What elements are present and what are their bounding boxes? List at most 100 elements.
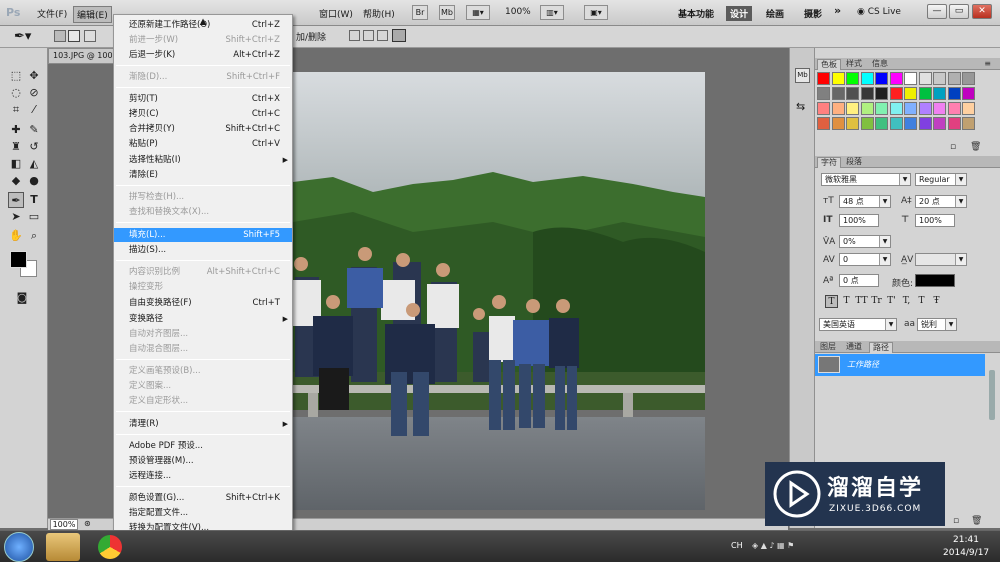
- menu-file[interactable]: 文件(F): [34, 6, 70, 21]
- status-zoom-field[interactable]: 100%: [50, 519, 78, 530]
- tab-character[interactable]: 字符: [817, 157, 841, 168]
- color-swatch[interactable]: [875, 87, 888, 100]
- path-selection-tool-icon[interactable]: ➤: [8, 209, 24, 225]
- menu-item-step-backward[interactable]: 后退一步(K) Alt+Ctrl+Z: [114, 48, 292, 62]
- blur-tool-icon[interactable]: ◆: [8, 173, 24, 189]
- color-swatch[interactable]: [831, 117, 845, 130]
- color-swatch[interactable]: [918, 117, 932, 130]
- panel-menu-icon[interactable]: ≡: [981, 59, 994, 70]
- menu-item-undo[interactable]: 还原新建工作路径(O) Ctrl+Z: [114, 18, 292, 32]
- screen-mode-button[interactable]: ▣▾: [584, 5, 608, 20]
- zoom-level-select[interactable]: 100%: [502, 6, 534, 18]
- font-family-select[interactable]: 微软雅黑 ▼: [821, 173, 911, 186]
- kerning-metrics-select[interactable]: ▼: [915, 253, 967, 266]
- color-swatch[interactable]: [817, 117, 830, 130]
- eraser-tool-icon[interactable]: ◧: [8, 156, 24, 172]
- start-button-icon[interactable]: [4, 532, 34, 562]
- workspace-design[interactable]: 设计: [726, 6, 753, 21]
- brush-tool-icon[interactable]: ✎: [26, 122, 42, 138]
- new-path-icon[interactable]: ▫: [953, 516, 959, 526]
- color-swatch[interactable]: [875, 102, 888, 115]
- tab-paragraph[interactable]: 段落: [843, 157, 865, 168]
- menu-item-paste[interactable]: 粘贴(P) Ctrl+V: [114, 137, 292, 151]
- hand-tool-icon[interactable]: ✋: [8, 228, 24, 244]
- marquee-tool-icon[interactable]: ⬚: [8, 68, 24, 84]
- menu-item-clear[interactable]: 清除(E): [114, 168, 292, 182]
- menu-item-define-custom-shape[interactable]: 定义自定形状...: [114, 394, 292, 408]
- menu-item-remote-connections[interactable]: 远程连接...: [114, 469, 292, 483]
- delete-path-icon[interactable]: 🗑: [971, 516, 982, 526]
- menu-item-stroke[interactable]: 描边(S)...: [114, 243, 292, 257]
- menu-window[interactable]: 窗口(W): [316, 6, 356, 21]
- color-swatch[interactable]: [947, 72, 961, 85]
- cs-live-menu[interactable]: ◉ CS Live: [854, 6, 904, 18]
- arrange-documents-button[interactable]: ▥▾: [540, 5, 564, 20]
- menu-item-adobe-pdf-presets[interactable]: Adobe PDF 预设...: [114, 439, 292, 453]
- chrome-taskbar-icon[interactable]: [98, 535, 122, 559]
- crop-tool-icon[interactable]: ⌗: [8, 102, 24, 118]
- font-style-select[interactable]: Regular ▼: [915, 173, 967, 186]
- color-swatch[interactable]: [947, 117, 961, 130]
- tab-info[interactable]: 信息: [869, 59, 891, 70]
- paint-bucket-tool-icon[interactable]: ◭: [26, 156, 42, 172]
- mini-bridge-panel-icon[interactable]: Mb: [795, 68, 810, 83]
- kerning-field[interactable]: 0 ▼: [839, 253, 891, 266]
- document-canvas-photo[interactable]: [293, 72, 705, 510]
- color-swatch[interactable]: [904, 72, 917, 85]
- history-brush-tool-icon[interactable]: ↺: [26, 139, 42, 155]
- dodge-tool-icon[interactable]: ●: [26, 173, 42, 189]
- workspace-essentials[interactable]: 基本功能: [674, 6, 718, 21]
- language-select[interactable]: 美国英语 ▼: [819, 318, 897, 331]
- text-style-button[interactable]: T: [840, 295, 853, 308]
- color-swatch[interactable]: [889, 117, 903, 130]
- color-swatch[interactable]: [817, 87, 830, 100]
- color-swatch[interactable]: [875, 117, 888, 130]
- text-style-button[interactable]: T: [825, 295, 838, 308]
- minimize-button[interactable]: —: [927, 4, 947, 19]
- paths-mode-icon[interactable]: [68, 30, 80, 42]
- explorer-taskbar-icon[interactable]: [46, 533, 80, 561]
- text-style-button[interactable]: Ŧ: [930, 295, 943, 308]
- color-swatch[interactable]: [889, 102, 903, 115]
- text-style-button[interactable]: T': [885, 295, 898, 308]
- menu-item-fill[interactable]: 填充(L)... Shift+F5: [114, 228, 292, 242]
- tab-styles[interactable]: 样式: [843, 59, 865, 70]
- paths-scrollbar[interactable]: [989, 370, 995, 420]
- menu-item-free-transform-path[interactable]: 自由变换路径(F) Ctrl+T: [114, 296, 292, 310]
- color-swatch[interactable]: [846, 102, 859, 115]
- menu-item-find-replace[interactable]: 查找和替换文本(X)...: [114, 205, 292, 219]
- menu-help[interactable]: 帮助(H): [360, 6, 398, 21]
- close-button[interactable]: ✕: [972, 4, 992, 19]
- color-swatch[interactable]: [904, 117, 917, 130]
- menu-item-puppet-warp[interactable]: 操控变形: [114, 280, 292, 294]
- tab-swatches[interactable]: 色板: [817, 59, 841, 70]
- menu-item-fade[interactable]: 渐隐(D)... Shift+Ctrl+F: [114, 70, 292, 84]
- color-swatch[interactable]: [846, 72, 859, 85]
- text-style-button[interactable]: T: [915, 295, 928, 308]
- quick-select-tool-icon[interactable]: ⊘: [26, 85, 42, 101]
- color-swatch[interactable]: [889, 72, 903, 85]
- menu-item-copy-merged[interactable]: 合并拷贝(Y) Shift+Ctrl+C: [114, 122, 292, 136]
- path-exclude-icon[interactable]: [392, 29, 406, 42]
- color-swatch[interactable]: [846, 87, 859, 100]
- menu-item-paste-special[interactable]: 选择性粘贴(I) ▶: [114, 153, 292, 167]
- tracking-field[interactable]: 0% ▼: [839, 235, 891, 248]
- color-swatch[interactable]: [947, 102, 961, 115]
- history-panel-icon[interactable]: ⇆: [796, 100, 805, 113]
- text-style-button[interactable]: Tr: [870, 295, 883, 308]
- color-swatch[interactable]: [831, 102, 845, 115]
- color-swatch[interactable]: [860, 117, 874, 130]
- menu-item-auto-blend-layers[interactable]: 自动混合图层...: [114, 342, 292, 356]
- zoom-tool-icon[interactable]: ⌕: [26, 228, 42, 244]
- path-row-work-path[interactable]: 工作路径: [815, 354, 985, 376]
- vertical-scale-field[interactable]: 100%: [839, 214, 879, 227]
- mini-bridge-button[interactable]: Mb: [439, 5, 455, 20]
- menu-item-assign-profile[interactable]: 指定配置文件...: [114, 506, 292, 520]
- baseline-shift-field[interactable]: 0 点: [839, 274, 879, 287]
- tray-icons[interactable]: ◈ ▲ ♪ ▦ ⚑: [752, 541, 794, 550]
- tab-paths[interactable]: 路径: [869, 342, 893, 353]
- color-swatch[interactable]: [918, 102, 932, 115]
- lasso-tool-icon[interactable]: ◌: [8, 85, 24, 101]
- healing-brush-tool-icon[interactable]: ✚: [8, 122, 24, 138]
- color-swatch[interactable]: [904, 102, 917, 115]
